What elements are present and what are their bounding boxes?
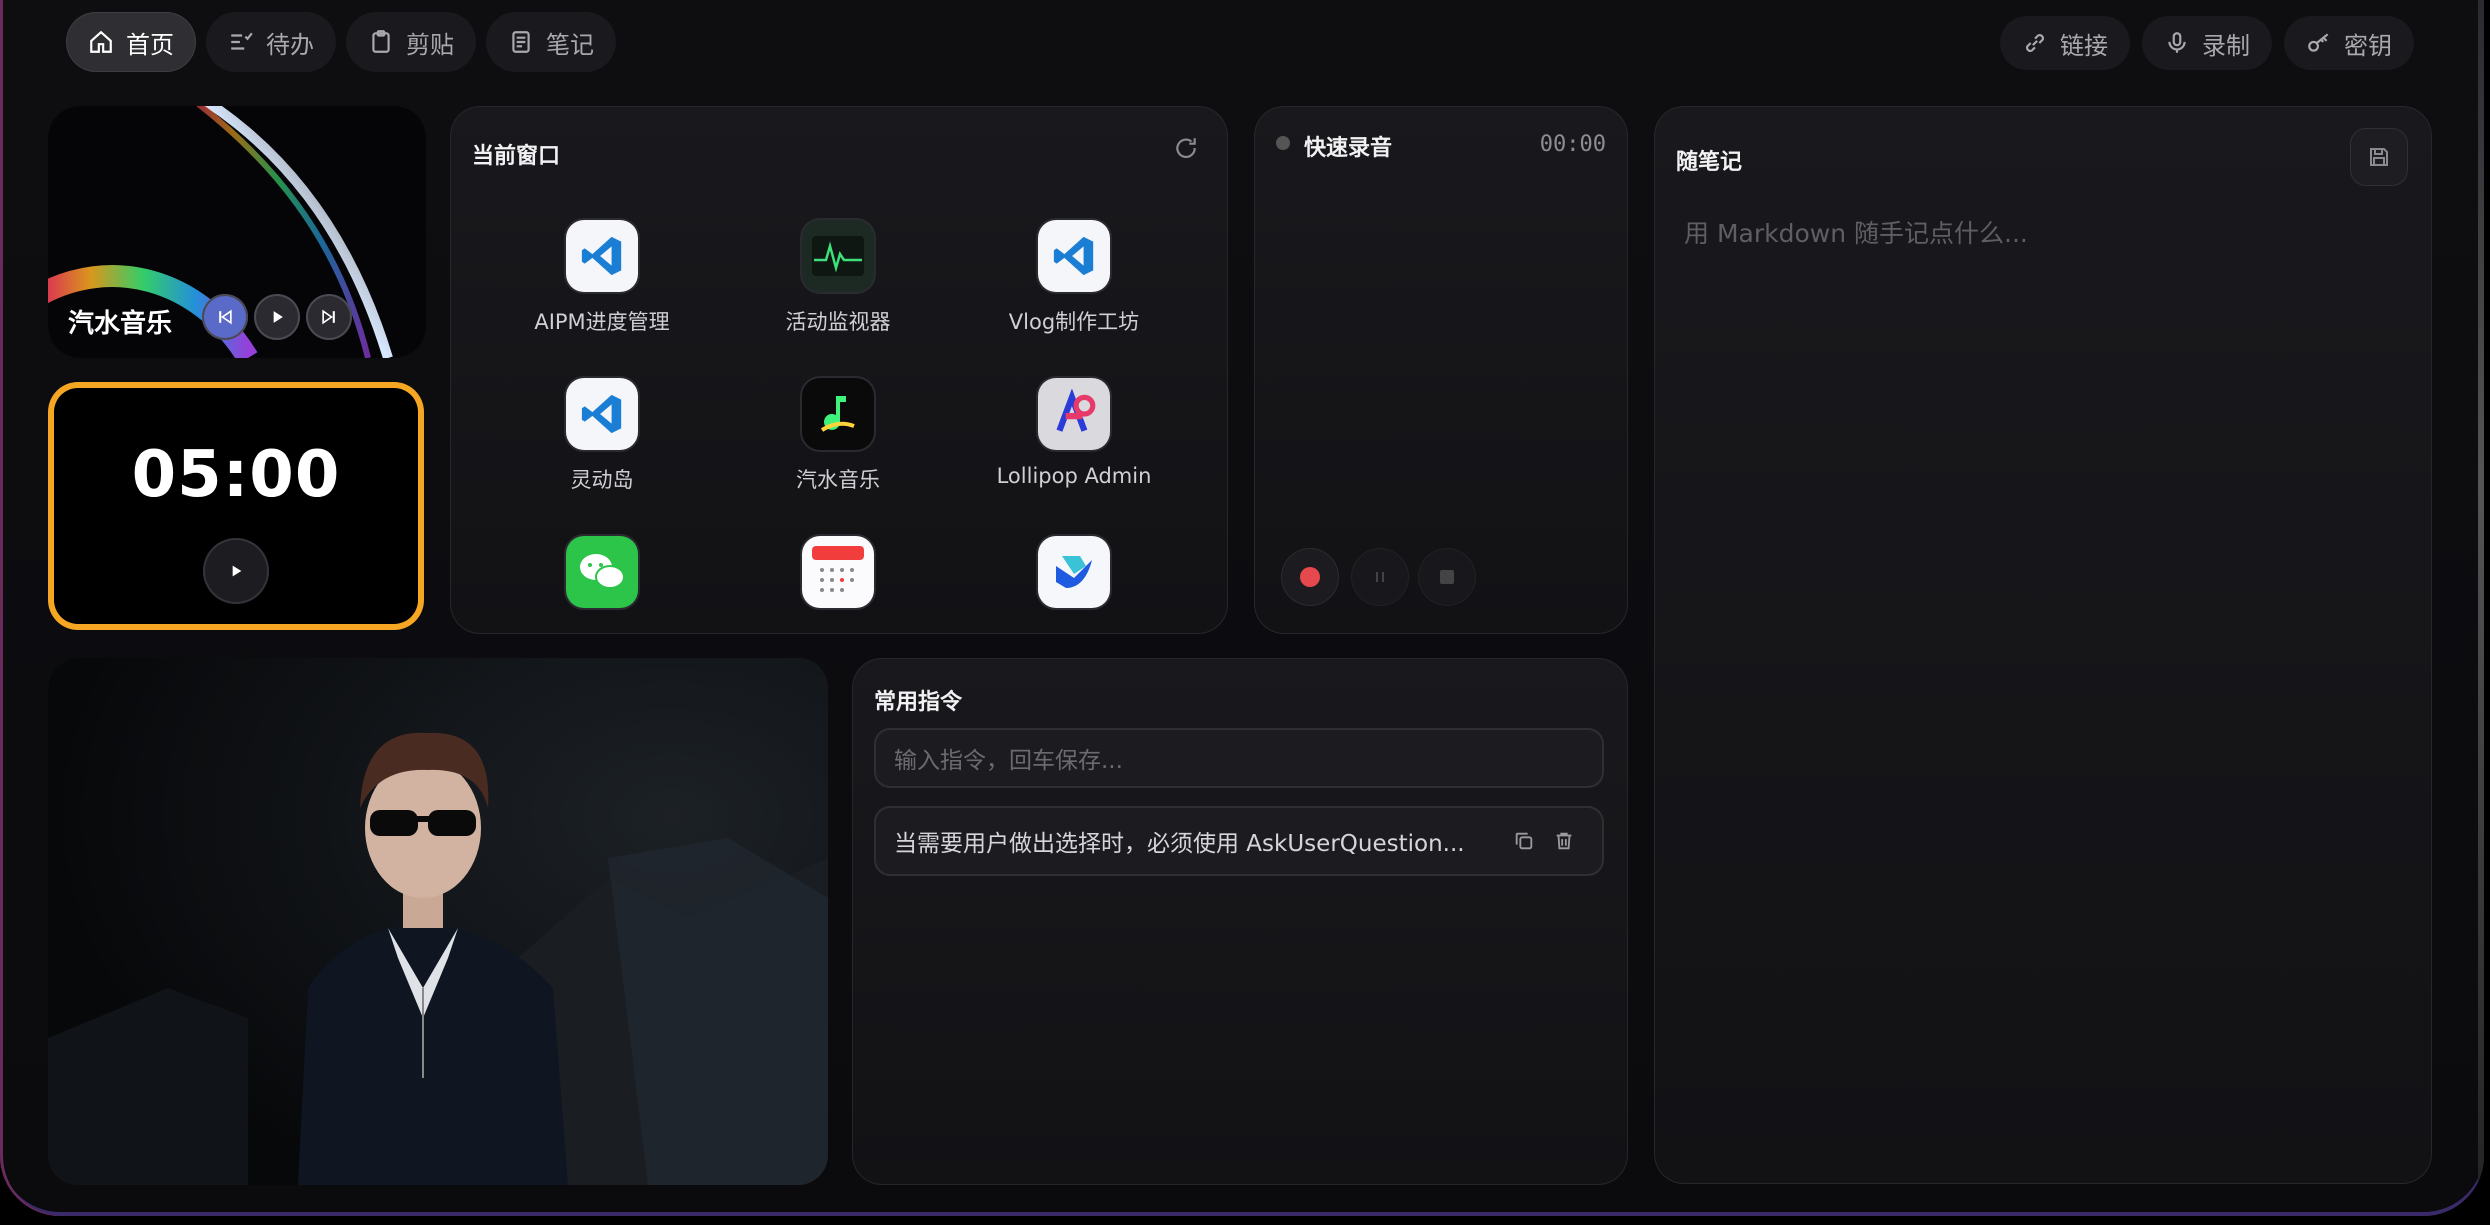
- tab-clipboard[interactable]: 剪贴: [346, 12, 476, 72]
- vscode-icon: [1038, 220, 1110, 292]
- panel-title: 当前窗口: [472, 144, 561, 169]
- app-window: 首页 待办 剪贴 笔记 链接 录制 密钥 汽水音乐 05:00 当前窗口 AIP…: [0, 0, 2484, 1216]
- recording-status-dot: [1276, 136, 1290, 150]
- skip-forward-icon: [322, 309, 335, 325]
- timer-start-button[interactable]: [203, 538, 269, 604]
- link-button[interactable]: 链接: [2000, 16, 2130, 70]
- music-widget[interactable]: 汽水音乐: [48, 106, 426, 358]
- music-title: 汽水音乐: [68, 309, 173, 339]
- photo-widget: [48, 658, 828, 1185]
- command-input[interactable]: 输入指令，回车保存...: [874, 728, 1604, 788]
- portrait-photo: [48, 658, 828, 1185]
- panel-title: 随笔记: [1676, 150, 1743, 175]
- next-track-button[interactable]: [306, 294, 352, 340]
- calendar-icon: [802, 536, 874, 608]
- stop-recording-button[interactable]: [1418, 548, 1476, 606]
- play-icon: [273, 311, 283, 323]
- key-label: 密钥: [2344, 31, 2392, 60]
- delete-command-button[interactable]: [1544, 821, 1584, 861]
- window-item[interactable]: [974, 536, 1174, 622]
- trash-icon: [1556, 832, 1572, 850]
- wechat-icon: [566, 536, 638, 608]
- window-label: AIPM进度管理: [534, 310, 670, 334]
- microphone-icon: [2168, 32, 2186, 53]
- key-button[interactable]: 密钥: [2284, 16, 2414, 70]
- lollipop-app-icon: [1038, 378, 1110, 450]
- window-item[interactable]: 灵动岛: [502, 378, 702, 494]
- refresh-icon: [1176, 138, 1196, 159]
- window-item[interactable]: Lollipop Admin: [974, 378, 1174, 488]
- copy-icon: [1515, 832, 1533, 850]
- clipboard-icon: [372, 30, 390, 53]
- copy-command-button[interactable]: [1504, 821, 1544, 861]
- command-item[interactable]: 当需要用户做出选择时，必须使用 AskUserQuestion...: [874, 806, 1604, 876]
- timer-widget: 05:00: [48, 382, 424, 630]
- quick-notes-panel: 随笔记 用 Markdown 随手记点什么...: [1654, 106, 2432, 1184]
- record-icon: [1300, 567, 1320, 587]
- start-recording-button[interactable]: [1281, 548, 1339, 606]
- save-note-button[interactable]: [2350, 128, 2408, 186]
- stop-icon: [1440, 570, 1454, 584]
- window-label: Vlog制作工坊: [1008, 310, 1140, 334]
- window-label: 汽水音乐: [796, 468, 880, 492]
- panel-title: 快速录音: [1304, 136, 1393, 161]
- common-commands-panel: 常用指令 输入指令，回车保存... 当需要用户做出选择时，必须使用 AskUse…: [852, 658, 1628, 1185]
- link-label: 链接: [2060, 31, 2108, 60]
- command-text: 当需要用户做出选择时，必须使用 AskUserQuestion...: [894, 831, 1465, 857]
- feishu-icon: [1038, 536, 1110, 608]
- vscode-icon: [566, 378, 638, 450]
- play-icon: [232, 565, 242, 577]
- vscode-icon: [566, 220, 638, 292]
- window-label: 灵动岛: [570, 468, 634, 492]
- refresh-button[interactable]: [1166, 128, 1206, 168]
- window-label: 活动监视器: [785, 310, 891, 334]
- window-item[interactable]: Vlog制作工坊: [974, 220, 1174, 336]
- window-item[interactable]: AIPM进度管理: [502, 220, 702, 336]
- window-item[interactable]: 活动监视器: [738, 220, 938, 336]
- tab-notes[interactable]: 笔记: [486, 12, 616, 72]
- panel-title: 常用指令: [874, 690, 963, 715]
- note-icon: [512, 31, 530, 53]
- tab-label: 剪贴: [406, 30, 454, 59]
- record-label: 录制: [2202, 31, 2250, 60]
- recording-time: 00:00: [1539, 132, 1606, 157]
- window-item[interactable]: [502, 536, 702, 622]
- window-item[interactable]: 汽水音乐: [738, 378, 938, 494]
- previous-track-button[interactable]: [202, 294, 248, 340]
- window-label: Lollipop Admin: [996, 464, 1152, 488]
- play-button[interactable]: [254, 294, 300, 340]
- timer-display: 05:00: [131, 438, 341, 512]
- save-icon: [2370, 148, 2388, 166]
- tab-label: 待办: [266, 30, 314, 59]
- record-button[interactable]: 录制: [2142, 16, 2272, 70]
- skip-back-icon: [219, 309, 232, 325]
- tab-label: 首页: [126, 30, 174, 59]
- home-icon: [90, 30, 112, 53]
- activity-monitor-icon: [802, 220, 874, 292]
- quick-actions: 链接 录制 密钥: [2000, 16, 2414, 70]
- todo-list-icon: [231, 32, 253, 50]
- tab-todo[interactable]: 待办: [206, 12, 336, 72]
- key-icon: [2308, 33, 2329, 52]
- tab-home[interactable]: 首页: [66, 12, 196, 72]
- note-editor[interactable]: 用 Markdown 随手记点什么...: [1684, 214, 2028, 250]
- current-windows-panel: 当前窗口 AIPM进度管理 活动监视器 Vlog制作工坊 灵动岛 汽水音乐 Lo…: [450, 106, 1228, 634]
- pause-recording-button[interactable]: [1351, 548, 1409, 606]
- pause-icon: [1376, 572, 1384, 582]
- music-app-icon: [802, 378, 874, 450]
- link-icon: [2026, 34, 2044, 52]
- tab-label: 笔记: [546, 30, 594, 59]
- main-nav: 首页 待办 剪贴 笔记: [66, 12, 616, 72]
- window-item[interactable]: [738, 536, 938, 622]
